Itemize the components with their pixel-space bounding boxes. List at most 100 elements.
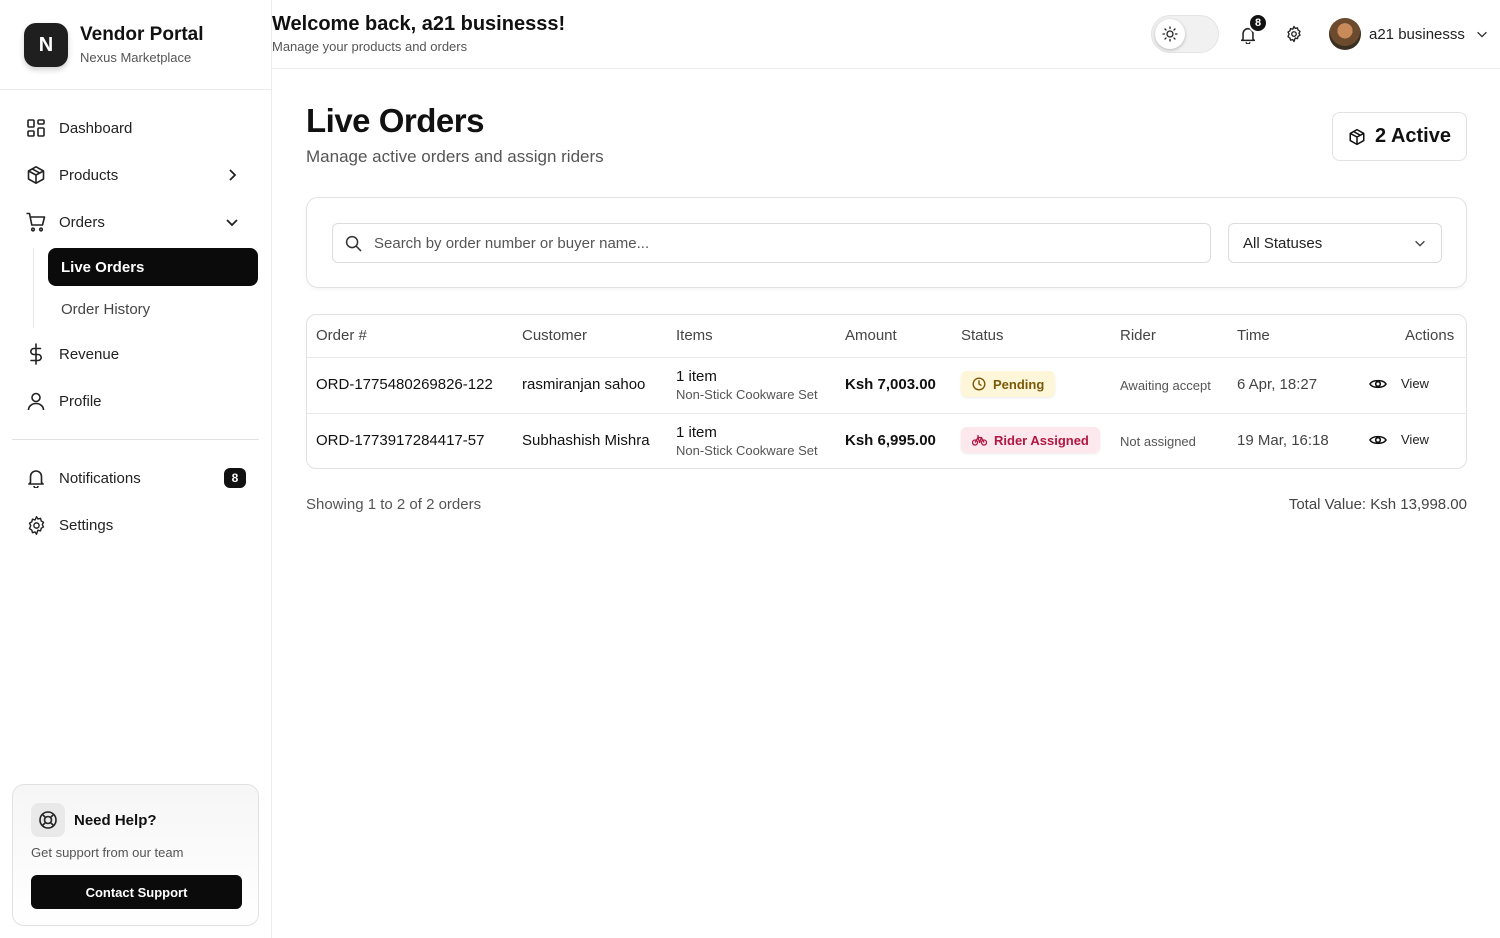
- user-name: a21 businesss: [1369, 25, 1465, 43]
- sidebar-item-label: Dashboard: [59, 119, 133, 137]
- rider-status: Not assigned: [1120, 434, 1196, 449]
- user-menu[interactable]: a21 businesss: [1329, 18, 1489, 50]
- order-amount: Ksh 7,003.00: [845, 376, 936, 393]
- contact-support-button[interactable]: Contact Support: [31, 875, 242, 909]
- cart-icon: [24, 210, 48, 234]
- submenu-line: [33, 248, 34, 328]
- sidebar-item-products[interactable]: Products: [24, 159, 248, 191]
- notification-count-badge: 8: [224, 468, 246, 488]
- view-label: View: [1401, 376, 1429, 391]
- sidebar-item-order-history[interactable]: Order History: [48, 290, 258, 328]
- order-time: 6 Apr, 18:27: [1237, 376, 1318, 393]
- brand[interactable]: N Vendor Portal Nexus Marketplace: [24, 23, 204, 67]
- sidebar-item-orders[interactable]: Orders: [24, 206, 248, 238]
- brand-subtitle: Nexus Marketplace: [80, 50, 192, 65]
- sidebar-item-label: Products: [59, 166, 119, 184]
- top-header: Welcome back, a21 businesss! Manage your…: [272, 0, 1500, 69]
- grid-icon: [24, 116, 48, 140]
- brand-logo: N: [24, 23, 68, 67]
- rider-status: Awaiting accept: [1120, 378, 1211, 393]
- items-count: 1 item: [676, 424, 717, 441]
- column-header-amount[interactable]: Amount: [845, 327, 897, 344]
- welcome-subtitle: Manage your products and orders: [272, 39, 468, 54]
- sidebar-item-live-orders[interactable]: Live Orders: [48, 248, 258, 286]
- items-cell: 1 item Non-Stick Cookware Set: [676, 368, 818, 402]
- bike-icon: [972, 435, 987, 446]
- gear-icon: [24, 513, 48, 537]
- search-input[interactable]: [374, 234, 1174, 252]
- status-badge: Pending: [961, 371, 1056, 397]
- items-count: 1 item: [676, 368, 717, 385]
- column-header-rider[interactable]: Rider: [1120, 327, 1156, 344]
- sidebar-item-profile[interactable]: Profile: [24, 385, 248, 417]
- active-count-label: 2 Active: [1375, 125, 1451, 147]
- help-subtitle: Get support from our team: [31, 845, 184, 860]
- order-number[interactable]: ORD-1775480269826-122: [316, 376, 493, 393]
- help-card: Need Help? Get support from our team Con…: [12, 784, 259, 926]
- sidebar-item-label: Settings: [59, 516, 114, 534]
- sun-icon: [1162, 26, 1178, 42]
- dollar-icon: [24, 342, 48, 366]
- sidebar-item-label: Notifications: [59, 469, 141, 487]
- column-header-order[interactable]: Order #: [316, 327, 367, 344]
- column-header-actions: Actions: [1405, 327, 1455, 344]
- customer-name: Subhashish Mishra: [522, 432, 650, 449]
- sidebar-divider: [0, 89, 272, 90]
- eye-icon: [1369, 379, 1387, 388]
- customer-name: rasmiranjan sahoo: [522, 376, 646, 393]
- sidebar-item-dashboard[interactable]: Dashboard: [24, 112, 248, 144]
- box-icon: [1349, 128, 1365, 145]
- page-title: Live Orders: [306, 102, 484, 139]
- welcome-title: Welcome back, a21 businesss!: [272, 13, 566, 35]
- column-header-customer[interactable]: Customer: [522, 327, 587, 344]
- order-time: 19 Mar, 16:18: [1237, 432, 1329, 449]
- status-label: Rider Assigned: [994, 432, 1089, 448]
- avatar: [1329, 18, 1361, 50]
- search-icon: [345, 235, 362, 251]
- items-name: Non-Stick Cookware Set: [676, 387, 818, 402]
- sidebar: N Vendor Portal Nexus Marketplace Dashbo…: [0, 0, 272, 938]
- status-label: Pending: [993, 376, 1045, 392]
- eye-icon: [1369, 435, 1387, 444]
- sidebar-item-label: Profile: [59, 392, 102, 410]
- search-box[interactable]: [332, 223, 1211, 263]
- column-header-items[interactable]: Items: [676, 327, 713, 344]
- view-order-button[interactable]: View: [1369, 432, 1429, 447]
- box-icon: [24, 163, 48, 187]
- page-subtitle: Manage active orders and assign riders: [306, 147, 604, 166]
- gear-icon: [1287, 25, 1301, 43]
- view-order-button[interactable]: View: [1369, 376, 1429, 391]
- sidebar-item-settings[interactable]: Settings: [24, 509, 248, 541]
- status-filter-select[interactable]: All Statuses: [1228, 223, 1442, 263]
- column-header-time[interactable]: Time: [1237, 327, 1270, 344]
- status-filter-value: All Statuses: [1243, 234, 1323, 252]
- filter-bar: All Statuses: [306, 197, 1467, 288]
- row-divider: [307, 357, 1466, 358]
- help-title: Need Help?: [74, 811, 157, 829]
- pagination-summary: Showing 1 to 2 of 2 orders: [306, 496, 482, 513]
- lifebuoy-icon: [31, 803, 65, 837]
- brand-title: Vendor Portal: [80, 24, 204, 45]
- settings-button[interactable]: [1283, 23, 1305, 45]
- items-name: Non-Stick Cookware Set: [676, 443, 818, 458]
- chevron-right-icon: [229, 169, 237, 181]
- orders-table: Order # Customer Items Amount Status Rid…: [306, 314, 1467, 469]
- view-label: View: [1401, 432, 1429, 447]
- status-badge: Rider Assigned: [961, 427, 1100, 453]
- column-header-status[interactable]: Status: [961, 327, 1004, 344]
- items-cell: 1 item Non-Stick Cookware Set: [676, 424, 818, 458]
- sidebar-divider: [12, 439, 259, 440]
- sidebar-item-notifications[interactable]: Notifications 8: [24, 462, 248, 494]
- notification-count-badge: 8: [1248, 13, 1268, 33]
- row-divider: [307, 413, 1466, 414]
- bell-icon: [24, 466, 48, 490]
- chevron-down-icon: [226, 219, 238, 227]
- order-number[interactable]: ORD-1773917284417-57: [316, 432, 484, 449]
- sidebar-item-revenue[interactable]: Revenue: [24, 338, 248, 370]
- clock-icon: [972, 377, 986, 391]
- total-value: Total Value: Ksh 13,998.00: [1288, 496, 1467, 513]
- sidebar-item-label: Revenue: [59, 345, 120, 363]
- chevron-down-icon: [1415, 240, 1425, 247]
- theme-toggle[interactable]: [1151, 15, 1219, 53]
- chevron-down-icon: [1477, 31, 1487, 38]
